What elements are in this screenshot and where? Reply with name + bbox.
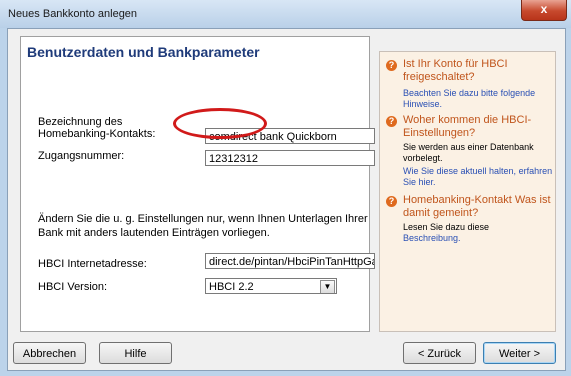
button-bar: Abbrechen Hilfe < Zurück Weiter > xyxy=(8,337,565,370)
help-title: Homebanking-Kontakt Was ist damit gemein… xyxy=(403,194,551,219)
dialog-window: Neues Bankkonto anlegen x Benutzerdaten … xyxy=(0,0,571,376)
label-account-name-line2: Homebanking-Kontakts: xyxy=(38,128,156,140)
help-title: Ist Ihr Konto für HBCI freigeschaltet? xyxy=(403,58,508,83)
page-title: Benutzerdaten und Bankparameter xyxy=(27,44,260,60)
label-account-name-line1: Bezeichnung des xyxy=(38,116,123,128)
help-link[interactable]: Wie Sie diese aktuell halten, erfahren S… xyxy=(403,166,553,188)
info-text: Ändern Sie die u. g. Einstellungen nur, … xyxy=(38,213,368,239)
help-item-hbci-enabled: ? Ist Ihr Konto für HBCI freigeschaltet?… xyxy=(386,58,555,118)
help-link[interactable]: Beschreibung. xyxy=(403,233,553,244)
question-icon: ? xyxy=(386,60,397,71)
label-hbci-version: HBCI Version: xyxy=(38,281,108,293)
question-icon: ? xyxy=(386,196,397,207)
next-button[interactable]: Weiter > xyxy=(483,342,556,364)
close-icon: x xyxy=(540,2,548,16)
dialog-client: Benutzerdaten und Bankparameter Bezeichn… xyxy=(7,28,566,371)
title-bar[interactable]: Neues Bankkonto anlegen x xyxy=(0,0,571,28)
close-button[interactable]: x xyxy=(521,0,567,21)
hbci-version-value: HBCI 2.2 xyxy=(209,281,254,293)
hbci-address-field[interactable]: direct.de/pintan/HbciPinTanHttpGate xyxy=(205,253,375,269)
back-button[interactable]: < Zurück xyxy=(403,342,476,364)
help-item-contact: ? Homebanking-Kontakt Was ist damit geme… xyxy=(386,194,555,254)
help-text: Sie werden aus einer Datenbank vorbelegt… xyxy=(403,142,534,163)
cancel-button[interactable]: Abbrechen xyxy=(13,342,86,364)
label-hbci-address: HBCI Internetadresse: xyxy=(38,258,147,270)
help-panel: ? Ist Ihr Konto für HBCI freigeschaltet?… xyxy=(379,51,556,332)
highlight-circle xyxy=(173,108,267,139)
help-title: Woher kommen die HBCI-Einstellungen? xyxy=(403,114,532,139)
hbci-version-select[interactable]: HBCI 2.2 ▼ xyxy=(205,278,337,294)
main-panel: Benutzerdaten und Bankparameter Bezeichn… xyxy=(20,36,375,332)
help-link[interactable]: Beachten Sie dazu bitte folgende Hinweis… xyxy=(403,88,553,110)
help-button[interactable]: Hilfe xyxy=(99,342,172,364)
access-number-field[interactable]: 12312312 xyxy=(205,150,375,166)
help-text: Lesen Sie dazu diese xyxy=(403,222,490,232)
label-access-number: Zugangsnummer: xyxy=(38,150,125,162)
question-icon: ? xyxy=(386,116,397,127)
chevron-down-icon[interactable]: ▼ xyxy=(320,280,335,293)
window-title: Neues Bankkonto anlegen xyxy=(8,8,138,20)
help-item-hbci-settings: ? Woher kommen die HBCI-Einstellungen? S… xyxy=(386,114,555,194)
